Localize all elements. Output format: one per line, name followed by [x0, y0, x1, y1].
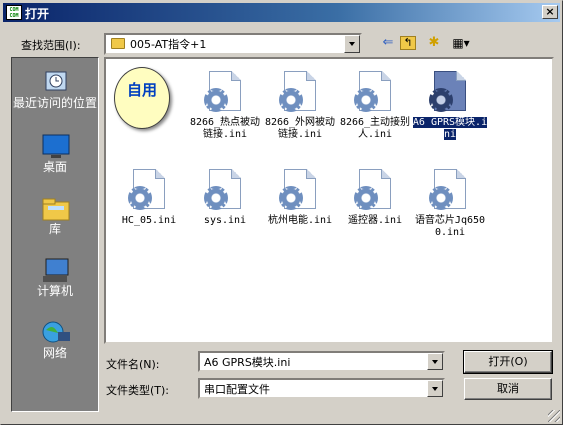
gear-icon	[204, 186, 228, 210]
list-item[interactable]: 杭州电能.ini	[261, 159, 339, 249]
list-item-selected[interactable]: A6 GPRS模块.ini	[411, 61, 489, 151]
sidebar-item-label: 桌面	[42, 160, 67, 174]
app-icon: COM COM	[6, 5, 22, 20]
look-in-value: 005-AT指令+1	[130, 38, 207, 51]
file-name: 8266_外网被动链接.ini	[264, 117, 336, 140]
view-menu-icon[interactable]: ▦▾	[448, 34, 474, 52]
title-bar[interactable]: COM COM 打开 ×	[3, 3, 560, 22]
special-folder-label: 自用	[126, 81, 157, 99]
sidebar-item-computer[interactable]: 计算机	[12, 250, 98, 312]
file-name: 语音芯片Jq6500.ini	[414, 215, 486, 238]
file-name: A6 GPRS模块.ini	[411, 116, 489, 141]
up-folder-icon[interactable]: ↰	[400, 36, 416, 50]
resize-grip[interactable]	[548, 410, 560, 422]
gear-icon	[279, 88, 303, 112]
filename-label: 文件名(N):	[106, 358, 160, 371]
gear-icon	[279, 186, 303, 210]
look-in-label: 查找范围(I):	[21, 39, 81, 52]
file-name: 杭州电能.ini	[267, 215, 333, 226]
ini-file-icon	[429, 169, 466, 210]
look-in-combo[interactable]: 005-AT指令+1	[104, 33, 362, 55]
file-name: sys.ini	[203, 215, 247, 226]
file-name: 8266_热点被动链接.ini	[189, 117, 261, 140]
computer-icon	[43, 258, 69, 282]
list-item[interactable]: HC_05.ini	[110, 159, 188, 249]
filetype-select[interactable]: 串口配置文件	[198, 378, 445, 399]
ini-file-icon	[204, 169, 241, 210]
back-arrow-icon[interactable]: ⇐	[378, 34, 398, 52]
file-list[interactable]: 自用 8266_热点被动链接.ini 8266_外网被动链接.ini 8266_…	[104, 57, 554, 344]
gear-icon	[204, 88, 228, 112]
close-button[interactable]: ×	[542, 5, 558, 19]
libraries-icon	[42, 198, 70, 221]
recent-places-icon	[45, 71, 67, 91]
folder-icon	[111, 38, 125, 49]
chevron-down-icon[interactable]	[344, 35, 360, 53]
list-item[interactable]: 遥控器.ini	[336, 159, 414, 249]
filename-input[interactable]: A6 GPRS模块.ini	[198, 351, 445, 372]
sidebar-item-label: 最近访问的位置	[12, 96, 97, 110]
file-name: HC_05.ini	[121, 215, 177, 226]
cancel-button[interactable]: 取消	[464, 378, 552, 400]
gear-icon	[429, 88, 453, 112]
sidebar-item-label: 网络	[42, 346, 67, 360]
ini-file-icon	[279, 71, 316, 112]
chevron-down-icon[interactable]	[427, 380, 443, 397]
sidebar-item-desktop[interactable]: 桌面	[12, 126, 98, 188]
gear-icon	[354, 186, 378, 210]
ini-file-icon	[429, 71, 466, 112]
filename-value: A6 GPRS模块.ini	[204, 356, 291, 369]
ini-file-icon	[128, 169, 165, 210]
sidebar-item-label: 库	[48, 222, 61, 236]
file-name: 8266_主动接别人.ini	[339, 117, 411, 140]
sidebar-item-recent[interactable]: 最近访问的位置	[12, 62, 98, 124]
sidebar-item-label: 计算机	[36, 284, 73, 298]
ini-file-icon	[354, 169, 391, 210]
special-folder-item[interactable]: 自用	[114, 67, 170, 129]
desktop-icon	[42, 134, 70, 158]
sidebar-item-network[interactable]: 网络	[12, 312, 98, 374]
file-name: 遥控器.ini	[347, 215, 403, 226]
ini-file-icon	[354, 71, 391, 112]
gear-icon	[354, 88, 378, 112]
gear-icon	[128, 186, 152, 210]
ini-file-icon	[279, 169, 316, 210]
filetype-label: 文件类型(T):	[106, 384, 170, 397]
open-button[interactable]: 打开(O)	[463, 350, 553, 374]
open-file-dialog: COM COM 打开 × 查找范围(I): 005-AT指令+1 ⇐ ↰ ✱ ▦▾…	[0, 0, 563, 425]
filetype-value: 串口配置文件	[204, 383, 270, 396]
list-item[interactable]: 8266_主动接别人.ini	[336, 61, 414, 151]
list-item[interactable]: 语音芯片Jq6500.ini	[411, 159, 489, 249]
gear-icon	[429, 186, 453, 210]
list-item[interactable]: sys.ini	[186, 159, 264, 249]
network-icon	[42, 321, 70, 343]
ini-file-icon	[204, 71, 241, 112]
list-item[interactable]: 8266_外网被动链接.ini	[261, 61, 339, 151]
places-bar: 最近访问的位置 桌面 库 计算机 网络	[11, 57, 99, 412]
chevron-down-icon[interactable]	[427, 353, 443, 370]
window-title: 打开	[25, 7, 50, 21]
sidebar-item-libraries[interactable]: 库	[12, 188, 98, 250]
new-folder-icon[interactable]: ✱	[424, 34, 444, 52]
list-item[interactable]: 8266_热点被动链接.ini	[186, 61, 264, 151]
